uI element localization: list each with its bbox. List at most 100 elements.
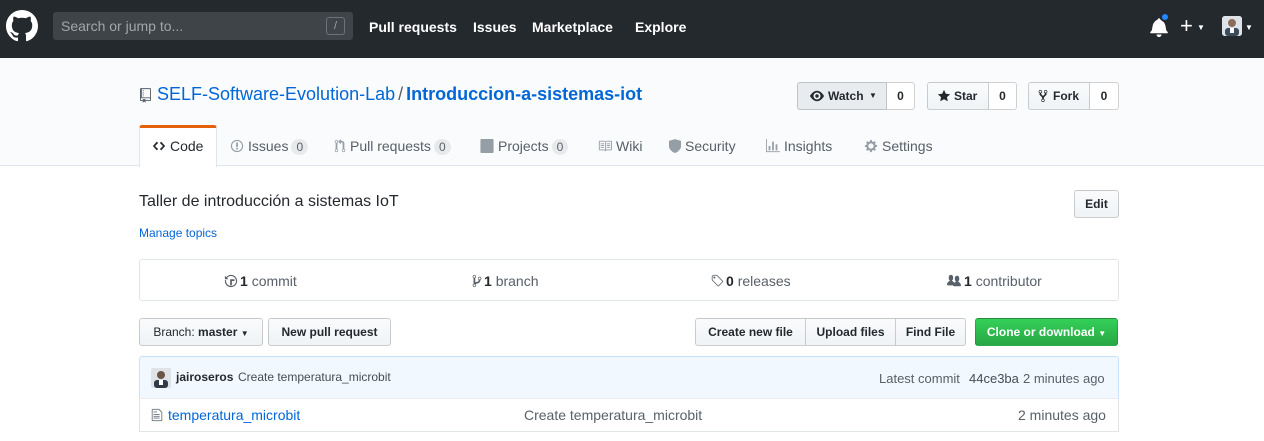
repo-owner-link[interactable]: SELF-Software-Evolution-Lab <box>157 84 395 104</box>
search-shortcut-hint: / <box>326 17 345 35</box>
fork-button[interactable]: Fork <box>1028 82 1090 110</box>
global-header: / Pull requests Issues Marketplace Explo… <box>0 0 1264 58</box>
tab-projects-text: Projects <box>498 138 549 154</box>
file-icon <box>151 408 163 422</box>
tab-wiki[interactable]: Wiki <box>598 138 642 166</box>
tab-insights-text: Insights <box>784 138 833 154</box>
new-pull-request-button[interactable]: New pull request <box>268 318 391 346</box>
tab-issues-text: Issues <box>248 138 289 154</box>
manage-topics-link[interactable]: Manage topics <box>139 226 217 240</box>
gear-icon <box>864 139 878 153</box>
chevron-down-icon: ▼ <box>1197 23 1205 32</box>
star-label: Star <box>954 89 978 103</box>
clone-or-download-button[interactable]: Clone or download ▼ <box>975 318 1118 346</box>
commit-sha[interactable]: 44ce3ba <box>969 371 1019 386</box>
repo-icon <box>140 88 151 103</box>
latest-commit-label: Latest commit <box>879 371 960 386</box>
tab-code-label[interactable]: Code <box>152 138 203 166</box>
branches-label: branch <box>495 273 539 289</box>
project-icon <box>480 139 494 153</box>
edit-description-button[interactable]: Edit <box>1074 190 1119 218</box>
tab-projects-counter: 0 <box>551 139 569 155</box>
file-commit-message[interactable]: Create temperatura_microbit <box>524 407 702 423</box>
tab-settings-text: Settings <box>882 138 933 154</box>
clone-label: Clone or download <box>986 325 1095 339</box>
github-logo-icon[interactable] <box>6 10 38 42</box>
nav-marketplace[interactable]: Marketplace <box>532 19 613 35</box>
tab-pull-requests-counter: 0 <box>433 139 451 155</box>
search-input[interactable] <box>53 12 353 40</box>
commits-label: commit <box>251 273 297 289</box>
commit-time: 2 minutes ago <box>1023 371 1105 386</box>
people-icon <box>947 274 961 287</box>
star-count[interactable]: 0 <box>989 82 1017 110</box>
chevron-down-icon: ▼ <box>240 329 249 338</box>
tab-pull-requests-text: Pull requests <box>350 138 431 154</box>
releases-count: 0 <box>726 273 734 289</box>
repo-name-link[interactable]: Introduccion-a-sistemas-iot <box>406 84 642 104</box>
releases-summary[interactable]: 0 releases <box>710 273 791 289</box>
numbers-summary: 1 commit 1 branch 0 releases 1 contribut… <box>139 259 1119 301</box>
find-file-button[interactable]: Find File <box>895 318 966 346</box>
contributors-label: contributor <box>975 273 1042 289</box>
watch-button[interactable]: Watch ▼ <box>797 82 887 110</box>
shield-icon <box>669 139 681 153</box>
tab-insights[interactable]: Insights <box>766 138 832 166</box>
tab-wiki-text: Wiki <box>616 138 643 154</box>
file-age: 2 minutes ago <box>1018 407 1106 423</box>
commits-summary[interactable]: 1 commit <box>224 273 297 289</box>
commit-author-avatar-icon[interactable] <box>151 368 171 388</box>
nav-explore[interactable]: Explore <box>635 19 686 35</box>
fork-icon <box>1038 89 1048 103</box>
tab-security-text: Security <box>685 138 736 154</box>
git-pull-request-icon <box>334 139 346 153</box>
contributors-count: 1 <box>964 273 972 289</box>
tab-settings[interactable]: Settings <box>864 138 933 166</box>
nav-issues[interactable]: Issues <box>473 19 517 35</box>
tab-issues[interactable]: Issues 0 <box>230 138 309 166</box>
code-icon <box>152 141 166 151</box>
commit-message[interactable]: Create temperatura_microbit <box>238 370 391 384</box>
star-icon <box>937 89 951 102</box>
graph-icon <box>766 139 780 153</box>
git-branch-icon <box>472 274 482 288</box>
latest-commit-bar: jairoseros Create temperatura_microbit L… <box>139 356 1119 399</box>
create-new-file-button[interactable]: Create new file <box>695 318 806 346</box>
search-box[interactable]: / <box>53 12 353 40</box>
nav-pull-requests[interactable]: Pull requests <box>369 19 457 35</box>
commits-count: 1 <box>240 273 248 289</box>
tab-security[interactable]: Security <box>669 138 736 166</box>
file-name-link[interactable]: temperatura_microbit <box>168 407 300 423</box>
branch-select-button[interactable]: Branch: master ▼ <box>139 318 263 346</box>
watch-count[interactable]: 0 <box>887 82 915 110</box>
branch-prefix: Branch: <box>153 325 195 339</box>
branches-summary[interactable]: 1 branch <box>472 273 539 289</box>
watch-label: Watch <box>828 89 864 103</box>
commit-author[interactable]: jairoseros <box>176 370 233 384</box>
issue-opened-icon <box>230 139 244 153</box>
branch-name: master <box>198 325 238 339</box>
upload-files-button[interactable]: Upload files <box>805 318 896 346</box>
plus-icon[interactable]: + <box>1180 14 1193 38</box>
contributors-summary[interactable]: 1 contributor <box>946 273 1042 289</box>
avatar[interactable] <box>1222 16 1242 36</box>
chevron-down-icon: ▼ <box>869 91 877 100</box>
history-icon <box>224 274 238 288</box>
fork-label: Fork <box>1053 89 1080 103</box>
tab-code-text: Code <box>170 138 204 154</box>
tab-projects[interactable]: Projects 0 <box>480 138 569 166</box>
repo-description: Taller de introducción a sistemas IoT <box>139 193 399 210</box>
file-row: temperatura_microbit Create temperatura_… <box>139 398 1119 432</box>
tag-icon <box>711 274 724 287</box>
fork-count[interactable]: 0 <box>1090 82 1119 110</box>
book-icon <box>598 140 612 152</box>
repo-header: SELF-Software-Evolution-Lab / Introduccion… <box>0 58 1264 167</box>
notification-indicator <box>1160 12 1170 22</box>
releases-label: releases <box>737 273 791 289</box>
tab-pull-requests[interactable]: Pull requests 0 <box>334 138 451 166</box>
repo-title-separator: / <box>398 84 404 104</box>
tab-issues-counter: 0 <box>291 139 309 155</box>
star-button[interactable]: Star <box>927 82 989 110</box>
user-avatar-icon <box>1222 16 1242 36</box>
eye-icon <box>810 90 824 102</box>
